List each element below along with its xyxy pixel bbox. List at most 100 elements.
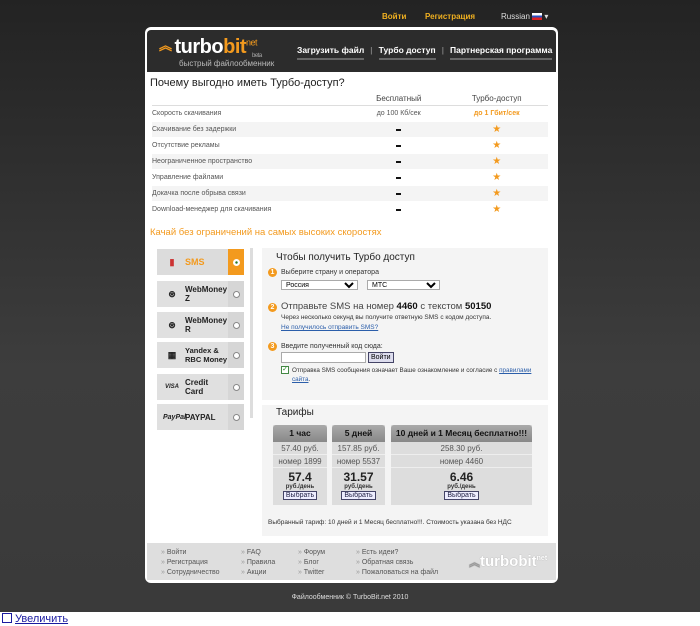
step-3-icon: 3	[268, 342, 277, 351]
access-code-input[interactable]	[281, 352, 366, 363]
footer-link[interactable]: Форум	[298, 548, 325, 558]
dash-icon	[396, 176, 402, 179]
operator-select[interactable]: МТС	[367, 280, 440, 290]
login-link[interactable]: Войти	[382, 12, 406, 21]
nav-upload[interactable]: Загрузить файл	[297, 45, 365, 60]
table-row: Неограниченное пространство ★	[152, 153, 548, 170]
visa-icon: VISA	[164, 384, 179, 390]
row-label: Скачивание без задержки	[152, 121, 352, 138]
footer-link[interactable]: Регистрация	[161, 558, 220, 568]
method-label: Yandex & RBC Money	[185, 346, 228, 364]
method-tab-sms[interactable]: ▮ SMS	[157, 249, 244, 275]
plan-price: 258.30 руб.	[391, 442, 532, 455]
method-radio[interactable]	[232, 383, 240, 391]
method-tab-credit-card[interactable]: VISA Credit Card	[157, 374, 244, 400]
table-row: Download-менеджер для скачивания ★	[152, 201, 548, 218]
login-button[interactable]: Войти	[368, 352, 394, 363]
method-tab-webmoney-z[interactable]: ⊛ WebMoney Z	[157, 281, 244, 307]
nav-turbo[interactable]: Турбо доступ	[378, 45, 436, 60]
free-value: до 100 Кб/сек	[352, 105, 446, 122]
method-radio[interactable]	[232, 413, 240, 421]
star-icon: ★	[492, 203, 502, 215]
logo-tagline: быстрый файлообменник	[179, 59, 275, 68]
step1-label: Выберите страну и оператора	[281, 269, 379, 276]
plan-card: 5 дней 157.85 руб. номер 5537 31.57 руб./ден…	[332, 425, 385, 505]
star-icon: ★	[492, 187, 502, 199]
webmoney-icon: ⊛	[168, 288, 176, 299]
plan-price: 57.40 руб.	[273, 442, 327, 455]
footer-link[interactable]: FAQ	[241, 548, 275, 558]
paypal-icon: PayPal	[163, 413, 186, 421]
agree-checkbox[interactable]: ✓	[281, 366, 289, 374]
select-plan-button[interactable]: Выбрать	[282, 491, 318, 500]
country-select[interactable]: Россия	[281, 280, 358, 290]
plan-name: 10 дней и 1 Месяц бесплатно!!!	[391, 425, 532, 442]
method-tab-paypal[interactable]: PayPal PAYPAL	[157, 404, 244, 430]
method-radio[interactable]	[232, 321, 240, 329]
select-plan-button[interactable]: Выбрать	[341, 491, 376, 500]
method-radio[interactable]	[232, 258, 240, 266]
method-label: SMS	[185, 257, 205, 267]
header: ︽ turbobitnet beta быстрый файлообменник …	[147, 30, 556, 72]
copyright: Файлообменник © TurboBit.net 2010	[291, 594, 409, 601]
row-label: Скорость скачивания	[152, 105, 352, 122]
step3-label: Введите полученный код сюда:	[281, 343, 383, 350]
zoom-label: Увеличить	[15, 613, 69, 625]
select-plan-button[interactable]: Выбрать	[444, 491, 479, 500]
method-label: PAYPAL	[185, 412, 216, 422]
row-label: Download-менеджер для скачивания	[152, 201, 352, 218]
footer-link[interactable]: Сотрудничество	[161, 568, 220, 578]
dash-icon	[396, 160, 402, 163]
nav-partner[interactable]: Партнерская программа	[449, 45, 553, 60]
row-label: Докачка после обрыва связи	[152, 185, 352, 202]
yandex-icon: ▦	[167, 349, 177, 360]
dash-icon	[396, 128, 402, 131]
step2-note: Через несколько секунд вы получите ответ…	[281, 314, 492, 321]
logo[interactable]: ︽ turbobitnet beta быстрый файлообменник	[159, 36, 274, 68]
footer-link[interactable]: Есть идеи?	[356, 548, 438, 558]
method-radio[interactable]	[232, 290, 240, 298]
phone-icon: ▮	[169, 256, 175, 267]
dash-icon	[396, 192, 402, 195]
subtitle: Качай без ограничений на самых высоких с…	[150, 227, 382, 238]
register-link[interactable]: Регистрация	[425, 12, 475, 21]
selected-tariff-note: Выбранный тариф: 10 дней и 1 Месяц беспл…	[268, 519, 512, 526]
footer-link[interactable]: Пожаловаться на файл	[356, 568, 438, 578]
star-icon: ★	[492, 139, 502, 151]
main-panel: ︽ turbobitnet beta быстрый файлообменник …	[145, 27, 558, 583]
footer: ВойтиРегистрацияСотрудничество FAQПравил…	[147, 543, 556, 580]
sms-help-link[interactable]: Не получилось отправить SMS?	[281, 324, 378, 331]
language-select[interactable]: Russian ▾	[501, 12, 548, 21]
zoom-link[interactable]: Увеличить	[2, 613, 68, 625]
star-icon: ★	[492, 155, 502, 167]
table-row: Скачивание без задержки ★	[152, 121, 548, 138]
footer-link[interactable]: Войти	[161, 548, 220, 558]
plan-name: 5 дней	[332, 425, 385, 442]
webmoney-icon: ⊛	[168, 319, 176, 330]
plan-unit: руб./день	[344, 484, 373, 490]
star-icon: ★	[492, 171, 502, 183]
footer-link[interactable]: Twitter	[298, 568, 325, 578]
footer-link[interactable]: Акции	[241, 568, 275, 578]
footer-link[interactable]: Правила	[241, 558, 275, 568]
turbobit-chevron-icon: ︽	[469, 557, 480, 569]
language-label: Russian	[501, 12, 530, 21]
turbo-value: до 1 Гбит/сек	[445, 105, 548, 122]
comparison-table: Бесплатный Турбо-доступ Скорость скачиван…	[152, 93, 548, 218]
method-tab-webmoney-r[interactable]: ⊛ WebMoney R	[157, 312, 244, 338]
plan-number: номер 4460	[391, 455, 532, 468]
footer-logo: ︽turbobitnet	[469, 553, 548, 570]
method-tab-yandex[interactable]: ▦ Yandex & RBC Money	[157, 342, 244, 368]
footer-link[interactable]: Блог	[298, 558, 325, 568]
method-label: WebMoney Z	[185, 285, 228, 303]
table-row: Скорость скачивания до 100 Кб/сек до 1 Гби…	[152, 105, 548, 122]
agree-text: Отправка SMS сообщения означает Ваше озн…	[292, 367, 532, 383]
plan-per-day: 57.4	[288, 470, 312, 484]
footer-link[interactable]: Обратная связь	[356, 558, 438, 568]
tariffs-title: Тарифы	[276, 407, 314, 418]
table-row: Отсутствие рекламы ★	[152, 137, 548, 154]
row-label: Управление файлами	[152, 169, 352, 186]
logo-net: net	[246, 37, 258, 48]
turbobit-chevron-icon: ︽	[159, 38, 172, 53]
method-radio[interactable]	[232, 351, 240, 359]
